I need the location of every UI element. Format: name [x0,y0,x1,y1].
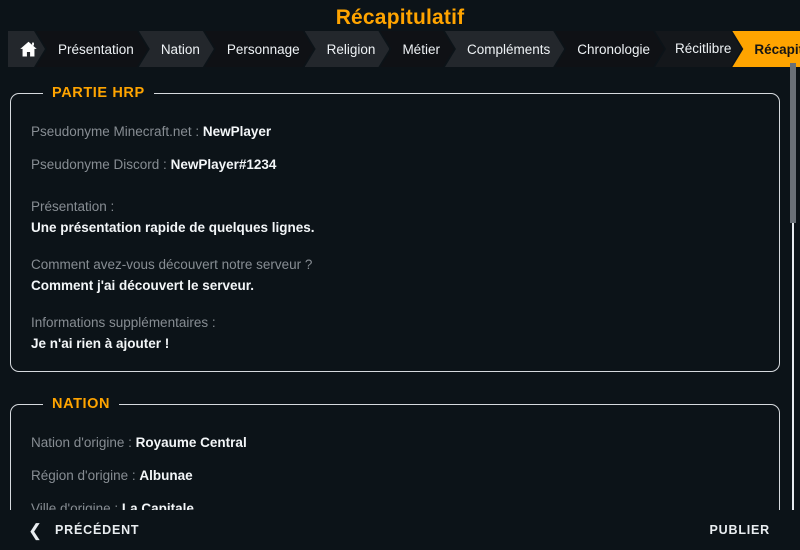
breadcrumb-label: Personnage [226,41,300,57]
field-value: Je n'ai rien à ajouter ! [31,336,170,351]
breadcrumb-label: Compléments [466,41,551,57]
field-value: NewPlayer#1234 [170,157,277,172]
field-region-origine: Région d'origine : Albunae [31,459,761,492]
section-legend: NATION [52,396,111,412]
breadcrumb-label: Nation [160,41,200,57]
breadcrumb-label: Présentation [58,41,134,57]
section-nation: NATION Nation d'origine : Royaume Centra… [10,396,780,512]
breadcrumb-item-chronologie[interactable]: Chronologie [555,31,664,67]
breadcrumb-item-personnage[interactable]: Personnage [205,31,314,67]
section-partie-hrp: PARTIE HRP Pseudonyme Minecraft.net : Ne… [10,85,780,372]
previous-button-label: PRÉCÉDENT [55,523,140,537]
breadcrumb-label: Chronologie [577,41,651,57]
field-nation-origine: Nation d'origine : Royaume Central [31,426,761,459]
field-label: Comment avez-vous découvert notre serveu… [31,257,313,272]
field-pseudonyme-discord: Pseudonyme Discord : NewPlayer#1234 [31,148,761,181]
field-label: Présentation : [31,199,115,214]
section-legend: PARTIE HRP [52,85,145,101]
field-value: Albunae [139,468,193,483]
breadcrumb-item-presentation[interactable]: Présentation [36,31,148,67]
field-label: Région d'origine : [31,468,136,483]
recap-scroll-region[interactable]: PARTIE HRP Pseudonyme Minecraft.net : Ne… [0,75,800,512]
field-pseudonyme-minecraft: Pseudonyme Minecraft.net : NewPlayer [31,115,761,148]
field-value: Une présentation rapide de quelques lign… [31,220,315,235]
publish-button[interactable]: PUBLIER [710,523,770,537]
breadcrumb-item-metier[interactable]: Métier [380,31,454,67]
field-value: Comment j'ai découvert le serveur. [31,278,255,293]
field-label: Pseudonyme Discord : [31,157,167,172]
scrollbar[interactable] [790,63,796,510]
field-decouverte-serveur: Comment avez-vous découvert notre serveu… [31,249,761,297]
breadcrumb-item-religion[interactable]: Religion [305,31,390,67]
breadcrumb-label: Métier [402,41,440,57]
field-informations-supplementaires: Informations supplémentaires : Je n'ai r… [31,307,761,355]
page-title: Récapitulatif [335,6,465,29]
field-label: Nation d'origine : [31,435,132,450]
breadcrumb-item-complements[interactable]: Compléments [445,31,564,67]
field-value: NewPlayer [202,124,272,139]
previous-button[interactable]: ❮ PRÉCÉDENT [28,522,139,539]
scrollbar-thumb[interactable] [790,63,796,223]
chevron-left-icon: ❮ [28,520,44,540]
field-ville-origine: Ville d'origine : La Capitale [31,492,761,512]
breadcrumb: Présentation Nation Personnage Religion … [8,31,800,67]
breadcrumb-label: Récapitulatif [754,41,800,57]
field-value: Royaume Central [135,435,247,450]
publish-button-label: PUBLIER [709,523,770,537]
breadcrumb-item-recit-libre[interactable]: Récit libre [655,31,741,67]
breadcrumb-label: Religion [326,41,376,57]
field-label: Informations supplémentaires : [31,315,216,330]
breadcrumb-item-nation[interactable]: Nation [139,31,214,67]
breadcrumb-label-line1: Récit [675,41,706,56]
breadcrumb-item-recapitulatif[interactable]: Récapitulatif [732,31,800,67]
home-icon [18,39,39,60]
footer-bar: ❮ PRÉCÉDENT PUBLIER [0,510,800,550]
field-label: Pseudonyme Minecraft.net : [31,124,200,139]
breadcrumb-label-line2: libre [705,41,732,56]
field-presentation: Présentation : Une présentation rapide d… [31,191,761,239]
